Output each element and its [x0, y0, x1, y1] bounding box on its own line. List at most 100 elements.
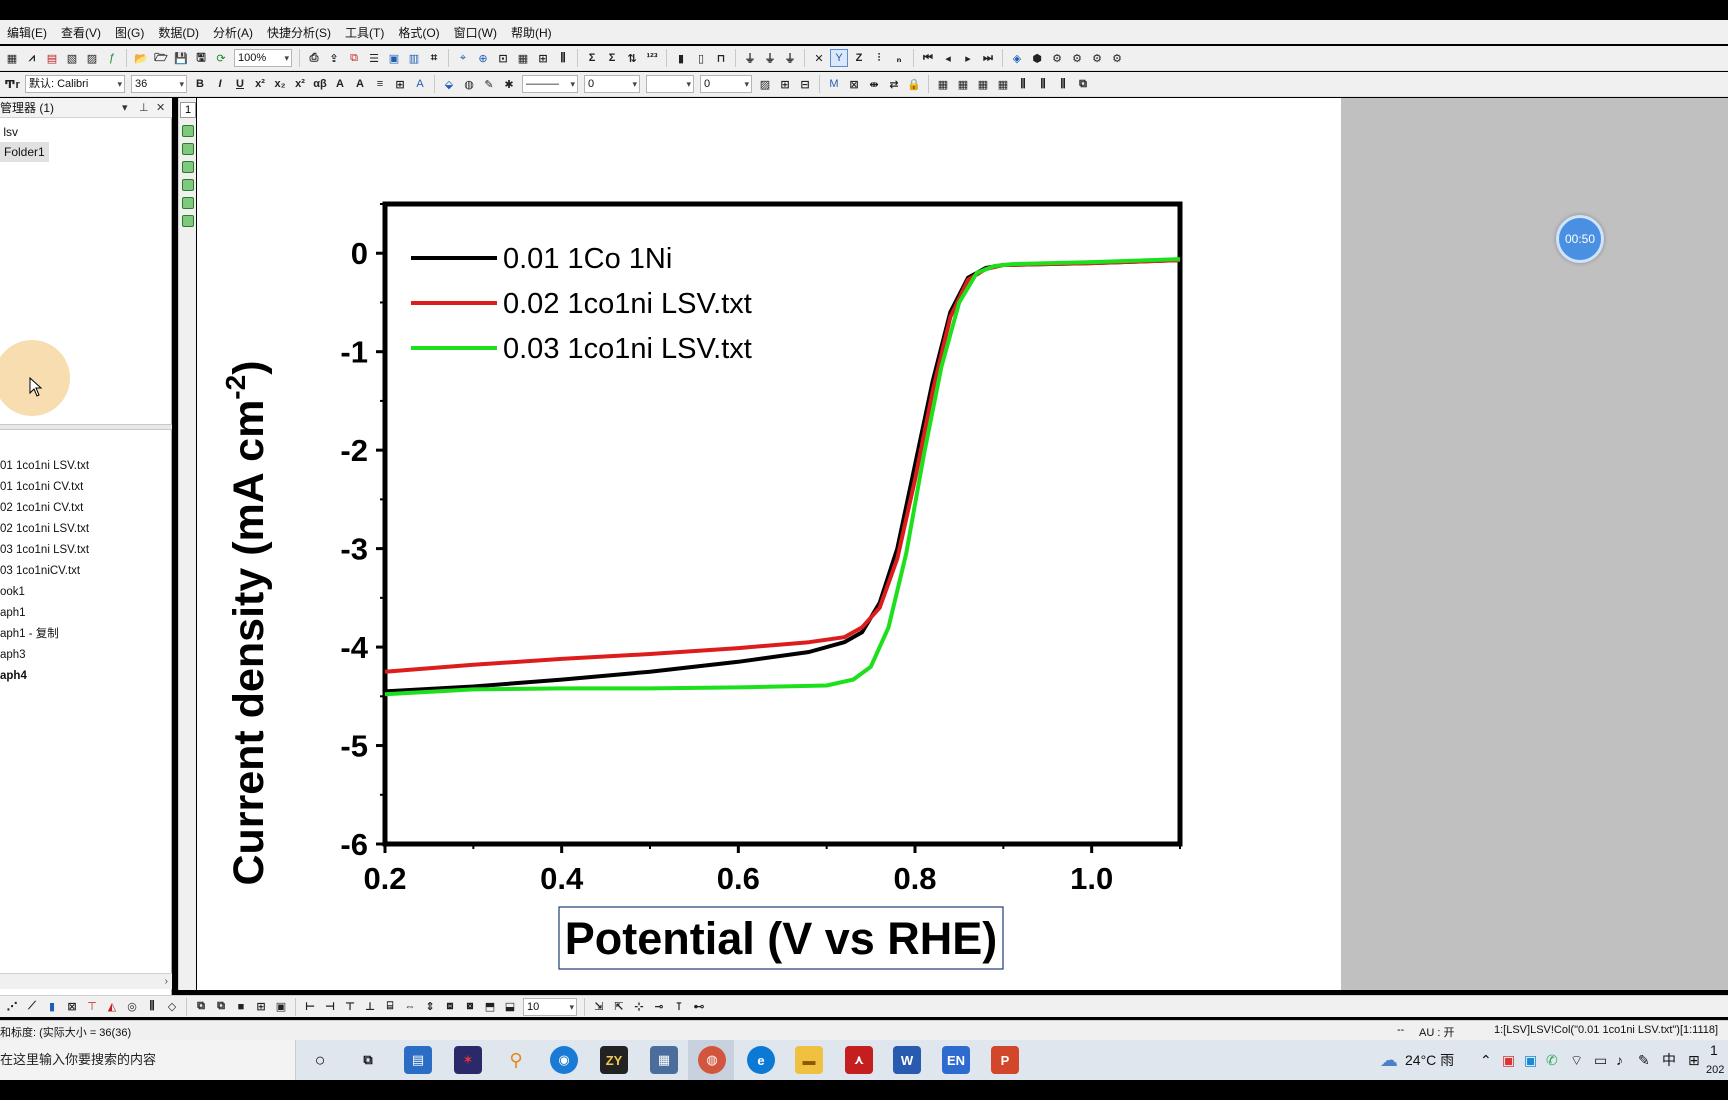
italic-icon[interactable]: I [211, 75, 229, 93]
lsv-chart[interactable]: 0.2 0.4 0.6 0.8 1.0 0 -1 -2 -3 -4 -5 -6 0.01 1Co 1N… [197, 98, 1341, 990]
bold-icon[interactable]: B [191, 75, 209, 93]
column-plot-icon[interactable]: ▮ [43, 998, 61, 1016]
filter-clear-icon[interactable]: ⏚ [761, 49, 779, 67]
menu-edit[interactable]: 编辑(E) [0, 24, 54, 41]
swap-icon[interactable]: ⇄ [885, 75, 903, 93]
filter-icon[interactable]: ⏚ [741, 49, 759, 67]
menu-analysis[interactable]: 分析(A) [206, 24, 260, 41]
menu-help[interactable]: 帮助(H) [504, 24, 559, 41]
lock-icon[interactable] [182, 125, 194, 137]
horizontal-scrollbar[interactable]: › [0, 973, 172, 989]
volume-icon[interactable]: ♪ [1616, 1040, 1623, 1080]
new-workbook-icon[interactable]: ▦ [3, 49, 21, 67]
app-explorer-icon[interactable]: ▬ [795, 1046, 823, 1074]
report-icon[interactable]: ⚙ [1108, 49, 1126, 67]
app-blue-circle-icon[interactable]: ◉ [550, 1046, 578, 1074]
close-icon[interactable]: ✕ [156, 98, 165, 118]
tray-expand-icon[interactable]: ⌃ [1480, 1040, 1492, 1080]
box-plot-icon[interactable]: ⊤ [83, 998, 101, 1016]
ungroup-icon[interactable]: ⧇ [461, 998, 479, 1016]
lock-icon[interactable] [182, 197, 194, 209]
set-sequence-icon[interactable]: ¹²³ [643, 49, 661, 67]
taskbar-search[interactable]: 在这里输入你要搜索的内容 [0, 1040, 296, 1080]
align-center-icon[interactable]: ⌸ [381, 998, 399, 1016]
histogram-icon[interactable]: ⊓ [712, 49, 730, 67]
app-zy-icon[interactable]: ZY [600, 1046, 628, 1074]
object-icon[interactable]: ▣ [272, 998, 290, 1016]
task-view-icon[interactable]: ⧉ [354, 1046, 382, 1074]
set-as-error-icon[interactable]: ⫶ [870, 49, 888, 67]
app-window-icon[interactable]: ▤ [404, 1046, 432, 1074]
list-item[interactable]: aph3 [0, 645, 89, 666]
project-explorer-icon[interactable]: ☰ [365, 49, 383, 67]
app-en-icon[interactable]: EN [942, 1046, 970, 1074]
export-icon[interactable]: ⇪ [325, 49, 343, 67]
app-matlab-icon[interactable]: ✶ [454, 1046, 482, 1074]
statistics-icon[interactable]: Σ [583, 49, 601, 67]
rescale-icon[interactable]: ⊞ [252, 998, 270, 1016]
list-item-active[interactable]: aph4 [0, 666, 89, 687]
menu-format[interactable]: 格式(O) [391, 24, 446, 41]
fill-color-icon[interactable]: ⬙ [440, 75, 458, 93]
align-right-icon[interactable]: ⊣ [321, 998, 339, 1016]
stock-plot-icon[interactable]: ⫼ [143, 998, 161, 1016]
align-left-icon[interactable]: ⊢ [301, 998, 319, 1016]
save-icon[interactable]: 💾 [172, 49, 190, 67]
subscript-icon[interactable]: x₂ [271, 75, 289, 93]
axis-icon[interactable]: ⊸ [650, 998, 668, 1016]
lock-icon[interactable] [182, 161, 194, 173]
batch-icon[interactable]: ⚙ [1068, 49, 1086, 67]
screen-reader-icon[interactable]: ⊡ [494, 49, 512, 67]
line-symbol-plot-icon[interactable]: ⟋ [23, 998, 41, 1016]
symbol-icon[interactable]: ✱ [500, 75, 518, 93]
back-icon[interactable]: ⬓ [501, 998, 519, 1016]
list-item[interactable]: 02 1co1ni LSV.txt [0, 519, 89, 540]
new-matrix-icon[interactable]: ▤ [43, 49, 61, 67]
pin-icon[interactable]: ⊥ [139, 98, 149, 118]
underline-icon[interactable]: U [231, 75, 249, 93]
tree-item-lsv[interactable]: lsv [0, 122, 49, 142]
battery-icon[interactable]: ▭ [1594, 1040, 1607, 1080]
cell-ops-icon[interactable]: ⫼ [1054, 75, 1072, 93]
lock-icon[interactable] [182, 179, 194, 191]
app-origin-icon[interactable]: ◍ [698, 1046, 726, 1074]
tree-item-folder1[interactable]: Folder1 [0, 142, 49, 162]
first-icon[interactable]: ⏮ [919, 49, 937, 67]
list-item[interactable]: aph1 - 复制 [0, 624, 89, 645]
layer-icon[interactable]: ⧉ [192, 998, 210, 1016]
fill-pattern-icon[interactable]: ▨ [756, 75, 774, 93]
new-layout-icon[interactable]: ▧ [63, 49, 81, 67]
copy-page-icon[interactable]: ⧉ [345, 49, 363, 67]
data-reader-icon[interactable]: ⌖ [454, 49, 472, 67]
font-color-icon[interactable]: A [411, 75, 429, 93]
align-bottom-icon[interactable]: ⊥ [361, 998, 379, 1016]
print-icon[interactable]: ⎙ [305, 49, 323, 67]
axis-scale-icon[interactable]: ⊺ [670, 998, 688, 1016]
open-template-icon[interactable]: 🗁 [152, 49, 170, 67]
area-plot-icon[interactable]: ◭ [103, 998, 121, 1016]
list-item[interactable]: 03 1co1niCV.txt [0, 561, 89, 582]
recalculate-icon[interactable]: ⟳ [212, 49, 230, 67]
layer-grid-icon[interactable]: ⊟ [796, 75, 814, 93]
menu-window[interactable]: 窗口(W) [447, 24, 504, 41]
table-insert-icon[interactable]: ▦ [974, 75, 992, 93]
app-monitor-icon[interactable]: ▦ [650, 1046, 678, 1074]
list-item[interactable]: 02 1co1ni CV.txt [0, 498, 89, 519]
column-chart-icon[interactable]: ▮ [672, 49, 690, 67]
menu-quick-analysis[interactable]: 快捷分析(S) [260, 24, 338, 41]
pattern-icon[interactable]: ◍ [460, 75, 478, 93]
fitting-icon[interactable]: ⚙ [1048, 49, 1066, 67]
bar-chart-icon[interactable]: ▯ [692, 49, 710, 67]
packages-icon[interactable]: ⬢ [1028, 49, 1046, 67]
pen-icon[interactable]: ✎ [1638, 1040, 1650, 1080]
border-icon[interactable]: ⊞ [391, 75, 409, 93]
merge-icon[interactable]: M [825, 75, 843, 93]
wechat-icon[interactable]: ✆ [1546, 1040, 1558, 1080]
add-column-icon[interactable]: ⫼ [554, 49, 572, 67]
menu-tools[interactable]: 工具(T) [338, 24, 391, 41]
apps-icon[interactable]: ◈ [1008, 49, 1026, 67]
supersub-icon[interactable]: x² [291, 75, 309, 93]
unmerge-icon[interactable]: ⊠ [845, 75, 863, 93]
lock-icon[interactable] [182, 143, 194, 155]
list-item[interactable]: ook1 [0, 582, 89, 603]
